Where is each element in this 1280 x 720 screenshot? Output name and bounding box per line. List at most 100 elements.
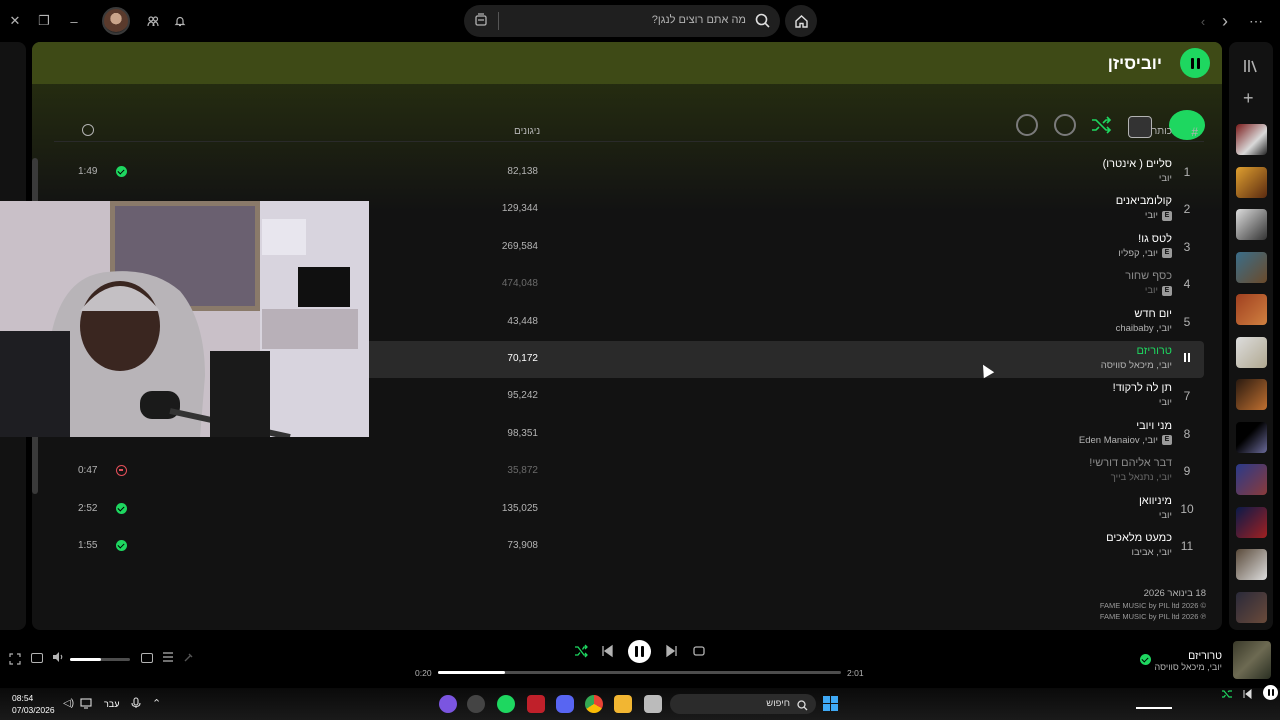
now-playing-eq-icon[interactable]: [1176, 352, 1198, 362]
track-title[interactable]: לטס גו!: [1138, 233, 1172, 245]
now-playing-title[interactable]: טרוריזם: [1188, 650, 1222, 662]
speaker-tray-icon[interactable]: ◁): [63, 698, 74, 709]
track-title[interactable]: מיניוואן: [1139, 495, 1172, 507]
track-number[interactable]: 10: [1176, 502, 1198, 516]
input-language[interactable]: עבר: [104, 699, 119, 709]
track-number[interactable]: 1: [1176, 165, 1198, 179]
track-title[interactable]: סליים ( אינטרו): [1103, 158, 1172, 170]
table-row[interactable]: 9 דבר אליהם דורשי! יובי, נתנאל בייך 35,872 0…: [54, 453, 1204, 490]
microphone-tray-icon[interactable]: [131, 697, 141, 712]
close-window-icon[interactable]: ✕: [4, 10, 26, 32]
track-artist[interactable]: יובי, chaibaby: [1116, 323, 1172, 334]
friends-activity-icon[interactable]: [142, 10, 164, 32]
search-input[interactable]: מה אתם רוצים לנגן?: [652, 14, 746, 26]
minimize-window-icon[interactable]: –: [63, 10, 85, 32]
mini-previous-icon[interactable]: [1242, 688, 1252, 702]
track-artist[interactable]: יובי: [1159, 397, 1172, 408]
track-number[interactable]: 7: [1176, 389, 1198, 403]
playback-progress-bar[interactable]: [438, 671, 841, 674]
taskbar-app-purple-icon[interactable]: [439, 695, 457, 713]
track-artist[interactable]: יובי: [1159, 510, 1172, 521]
saved-check-icon[interactable]: [116, 539, 127, 551]
library-icon[interactable]: [1243, 58, 1259, 79]
track-title[interactable]: טרוריזם: [1137, 345, 1172, 357]
column-title[interactable]: כותר: [1152, 126, 1172, 137]
library-item-1[interactable]: [1236, 124, 1267, 155]
play-pause-button[interactable]: [628, 640, 651, 663]
now-playing-artist[interactable]: יובי, מיכאל סוויסה: [1155, 662, 1222, 672]
library-item-12[interactable]: [1236, 592, 1267, 623]
network-tray-icon[interactable]: [80, 697, 92, 712]
taskbar-search-input[interactable]: חיפוש: [766, 698, 790, 709]
mini-shuffle-icon[interactable]: [1221, 688, 1233, 703]
track-artist[interactable]: יובי: [1145, 285, 1158, 296]
taskbar-task-view-icon[interactable]: [644, 695, 662, 713]
library-item-11[interactable]: [1236, 549, 1267, 580]
track-artist[interactable]: יובי, מיכאל סוויסה: [1101, 360, 1172, 371]
queue-icon[interactable]: [162, 651, 174, 666]
column-plays[interactable]: ניגונים: [514, 126, 540, 137]
user-avatar[interactable]: [102, 7, 130, 35]
saved-check-icon[interactable]: [116, 502, 127, 514]
library-item-4[interactable]: [1236, 252, 1267, 283]
repeat-icon[interactable]: [692, 644, 706, 661]
track-number[interactable]: 9: [1176, 464, 1198, 478]
taskbar-chrome-icon[interactable]: [585, 695, 603, 713]
forward-arrow-icon[interactable]: ›: [1214, 10, 1236, 32]
library-item-3[interactable]: [1236, 209, 1267, 240]
track-title[interactable]: מני ויובי: [1136, 420, 1172, 432]
track-artist[interactable]: יובי: [1145, 210, 1158, 221]
fullscreen-icon[interactable]: [9, 653, 21, 668]
back-arrow-icon[interactable]: ‹: [1192, 10, 1214, 32]
volume-slider[interactable]: [70, 658, 130, 661]
track-number[interactable]: 11: [1176, 539, 1198, 553]
library-item-7[interactable]: [1236, 379, 1267, 410]
saved-check-icon[interactable]: [116, 166, 127, 177]
shuffle-control-icon[interactable]: [574, 644, 588, 661]
track-artist[interactable]: יובי: [1159, 173, 1172, 184]
now-playing-cover[interactable]: [1233, 641, 1271, 679]
library-item-8[interactable]: [1236, 422, 1267, 453]
table-row[interactable]: 11 כמעט מלאכים יובי, אביבו 73,908 1:55: [54, 528, 1204, 565]
taskbar-spotify-icon[interactable]: [497, 695, 515, 713]
miniplayer-icon[interactable]: [31, 653, 43, 663]
track-number[interactable]: 5: [1176, 315, 1198, 329]
track-title[interactable]: כמעט מלאכים: [1106, 532, 1172, 544]
table-row[interactable]: 10 מיניוואן יובי 135,025 2:52: [54, 491, 1204, 528]
taskbar-app-obs-icon[interactable]: [467, 695, 485, 713]
track-artist[interactable]: יובי, Eden Manaiov: [1079, 435, 1158, 446]
track-number[interactable]: 8: [1176, 427, 1198, 441]
library-item-5[interactable]: [1236, 294, 1267, 325]
taskbar-discord-icon[interactable]: [556, 695, 574, 713]
track-title[interactable]: יום חדש: [1134, 308, 1172, 320]
table-row[interactable]: 1 סליים ( אינטרו) יובי 82,138 1:49: [54, 154, 1204, 191]
taskbar-search[interactable]: חיפוש: [670, 694, 816, 714]
sticky-pause-button[interactable]: [1180, 48, 1210, 78]
track-title[interactable]: קולומביאנים: [1116, 195, 1172, 207]
library-item-6[interactable]: [1236, 337, 1267, 368]
add-playlist-icon[interactable]: +: [1243, 88, 1254, 109]
tray-overflow-chevron-icon[interactable]: ⌃: [152, 697, 161, 710]
previous-track-icon[interactable]: [600, 644, 614, 661]
notifications-bell-icon[interactable]: [169, 10, 191, 32]
taskbar-app-red-icon[interactable]: [527, 695, 545, 713]
track-artist[interactable]: יובי, אביבו: [1132, 547, 1172, 558]
track-artist[interactable]: יובי, נתנאל בייך: [1111, 472, 1172, 483]
home-button[interactable]: [785, 5, 817, 37]
lyrics-mic-icon[interactable]: [183, 651, 195, 666]
track-artist[interactable]: יובי, קפליו: [1118, 248, 1158, 259]
clock[interactable]: 08:54 07/03/2026: [12, 692, 55, 716]
library-item-9[interactable]: [1236, 464, 1267, 495]
next-track-icon[interactable]: [665, 644, 679, 661]
track-number[interactable]: 4: [1176, 277, 1198, 291]
restore-window-icon[interactable]: ❐: [33, 10, 55, 32]
track-title[interactable]: דבר אליהם דורשי!: [1089, 457, 1172, 469]
track-title[interactable]: כסף שחור: [1125, 270, 1172, 282]
search-bar[interactable]: מה אתם רוצים לנגן?: [464, 5, 780, 37]
more-options-icon[interactable]: ⋯: [1245, 10, 1267, 32]
library-item-2[interactable]: [1236, 167, 1267, 198]
volume-icon[interactable]: [52, 651, 64, 666]
saved-check-icon[interactable]: [1140, 654, 1151, 665]
track-number[interactable]: 3: [1176, 240, 1198, 254]
taskbar-file-explorer-icon[interactable]: [614, 695, 632, 713]
